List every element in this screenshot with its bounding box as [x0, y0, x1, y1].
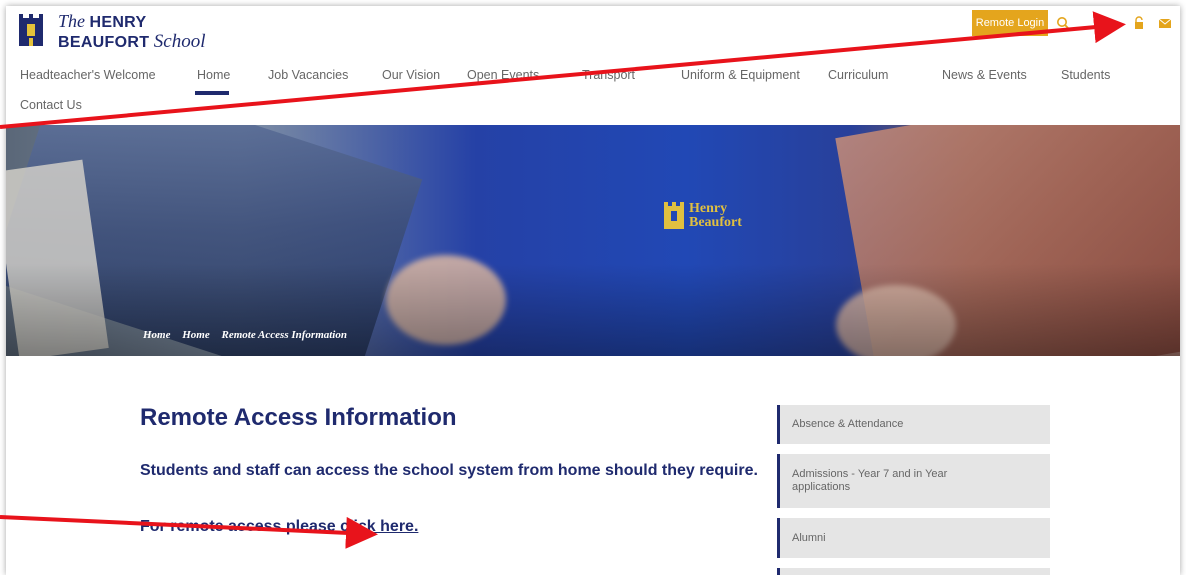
nav-open-events[interactable]: Open Events: [467, 68, 539, 82]
badge-line-1: Henry: [689, 201, 728, 216]
logo-school: School: [153, 31, 206, 52]
page-subtitle: Students and staff can access the school…: [140, 462, 758, 479]
crest-icon: [19, 14, 43, 46]
search-icon[interactable]: [1056, 16, 1070, 30]
click-here-link[interactable]: click here.: [340, 518, 418, 535]
nav-headteachers-welcome[interactable]: Headteacher's Welcome: [20, 68, 156, 82]
logo-beaufort: BEAUFORT: [58, 34, 150, 51]
sidebar-item-alumni[interactable]: Alumni: [777, 518, 1050, 558]
logo-line-2: BEAUFORT School: [58, 32, 206, 52]
nav-news-events[interactable]: News & Events: [942, 68, 1027, 82]
school-logo[interactable]: The HENRY BEAUFORT School: [18, 12, 206, 52]
logo-the: The: [58, 11, 85, 31]
logo-line-1: The HENRY: [58, 12, 206, 32]
site-header: The HENRY BEAUFORT School Remote Login H…: [6, 6, 1180, 125]
lock-icon[interactable]: [1132, 16, 1146, 30]
sidebar-item-admissions[interactable]: Admissions - Year 7 and in Year applicat…: [777, 454, 1050, 508]
breadcrumb-home-2[interactable]: Home: [182, 329, 210, 341]
nav-students[interactable]: Students: [1061, 68, 1110, 82]
nav-active-indicator: [195, 91, 229, 95]
sidebar-item-absence[interactable]: Absence & Attendance: [777, 405, 1050, 444]
breadcrumb-home-1[interactable]: Home: [143, 329, 171, 341]
sidebar-item-next[interactable]: [777, 568, 1050, 575]
remote-login-button[interactable]: Remote Login: [972, 10, 1048, 36]
sidebar-item-label: Admissions - Year 7 and in Year applicat…: [792, 468, 948, 493]
badge-crest-icon: [664, 202, 684, 229]
remote-access-prefix: For remote access please: [140, 518, 341, 535]
nav-transport[interactable]: Transport: [582, 68, 635, 82]
uniform-badge: Henry Beaufort: [663, 202, 742, 230]
nav-job-vacancies[interactable]: Job Vacancies: [268, 68, 348, 82]
browser-frame: The HENRY BEAUFORT School Remote Login H…: [6, 6, 1180, 575]
breadcrumb-current: Remote Access Information: [221, 329, 347, 341]
hero-shade: [6, 125, 1180, 356]
hero-banner: Henry Beaufort Home Home Remote Access I…: [6, 125, 1180, 356]
nav-contact-us[interactable]: Contact Us: [20, 98, 82, 112]
remote-access-text: For remote access please click here.: [140, 518, 418, 536]
mail-icon[interactable]: [1158, 16, 1172, 30]
logo-henry: HENRY: [89, 14, 147, 31]
badge-line-2: Beaufort: [689, 215, 742, 230]
nav-our-vision[interactable]: Our Vision: [382, 68, 440, 82]
sidebar-item-label: Absence & Attendance: [792, 418, 904, 430]
nav-home[interactable]: Home: [197, 68, 230, 82]
sidebar-item-label: Alumni: [792, 531, 826, 544]
page-title: Remote Access Information: [140, 404, 457, 431]
nav-curriculum[interactable]: Curriculum: [828, 68, 888, 82]
nav-uniform-equipment[interactable]: Uniform & Equipment: [681, 68, 800, 82]
breadcrumb: Home Home Remote Access Information: [143, 329, 356, 341]
